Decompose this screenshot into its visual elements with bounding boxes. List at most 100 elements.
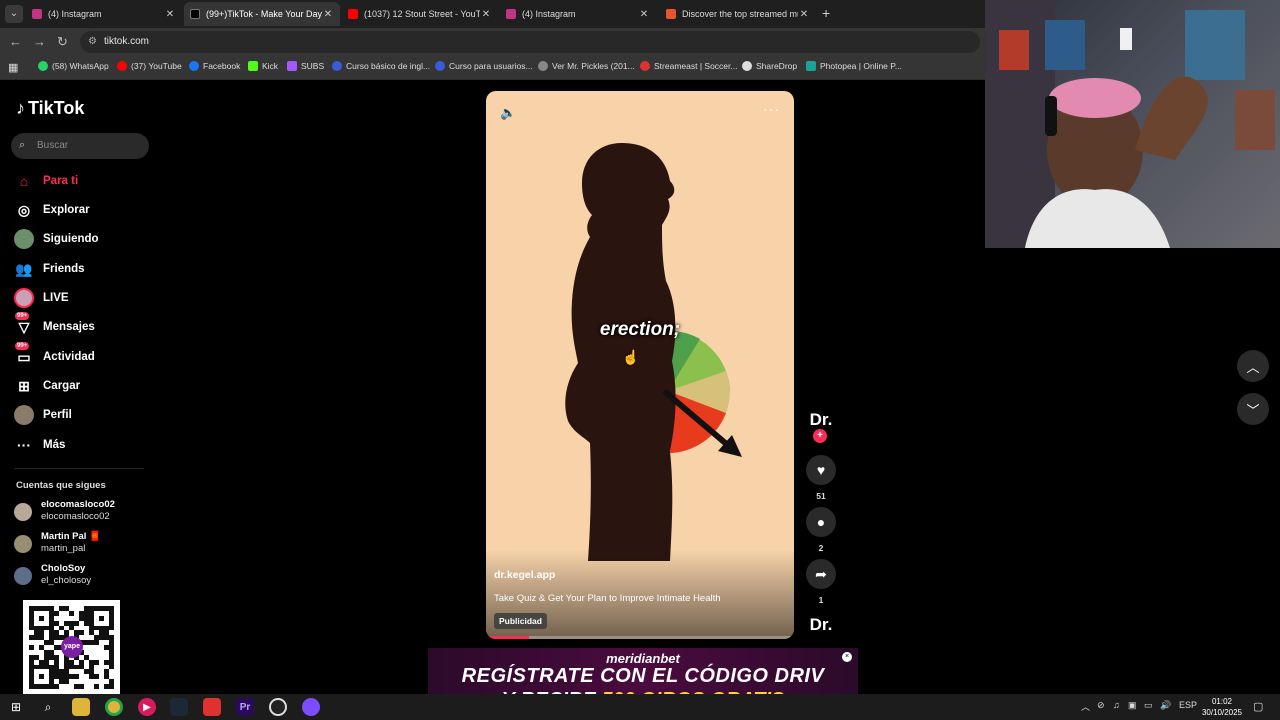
nav-item-cargar[interactable]: ⊞ Cargar (14, 375, 154, 397)
bookmark-mr-pickles[interactable]: Ver Mr. Pickles (201... (538, 61, 635, 71)
account-name: elocomasloco02 (41, 499, 115, 510)
nav-label: Para ti (43, 175, 79, 187)
chevron-down-icon: ﹀ (1246, 402, 1260, 418)
tab-title: (4) Instagram (48, 9, 102, 19)
previous-video-button[interactable]: ︿ (1237, 350, 1269, 382)
close-ad-icon[interactable]: × (842, 652, 852, 662)
close-tab-icon[interactable]: ✕ (480, 9, 492, 20)
nav-item-mensajes[interactable]: ▽ 99+ Mensajes (14, 312, 154, 338)
bookmark-sharedrop[interactable]: ShareDrop (742, 61, 797, 71)
kick-icon (248, 61, 258, 71)
nav-label: Mensajes (43, 321, 95, 333)
network-icon[interactable]: ▭ (1144, 700, 1153, 711)
comment-button[interactable]: ● (806, 507, 836, 537)
taskbar-search-icon[interactable]: ⌕ (39, 698, 57, 716)
search-placeholder: Buscar (37, 140, 69, 151)
tab-search-menu[interactable]: ⌄ (5, 5, 23, 23)
avatar (14, 503, 32, 521)
nav-label: Friends (43, 263, 85, 275)
nav-label: Explorar (43, 204, 90, 216)
following-account[interactable]: elocomasloco02 elocomasloco02 (14, 499, 154, 525)
speaker-icon[interactable]: 🔊 (1160, 700, 1171, 711)
share-button[interactable]: ➦ (806, 559, 836, 589)
bookmark-youtube[interactable]: (37) YouTube (117, 61, 182, 71)
tab-tiktok[interactable]: (99+)TikTok - Make Your Day ✕ (184, 2, 340, 26)
bookmark-curso-usuarios[interactable]: Curso para usuarios... (435, 61, 533, 71)
nav-item-explorar[interactable]: ◎ Explorar (14, 199, 154, 221)
nav-item-mas[interactable]: ··· Más (14, 434, 154, 456)
discord-icon[interactable] (302, 698, 320, 716)
volume-icon[interactable]: 🔈 (500, 105, 516, 121)
sound-disc[interactable]: Dr. (808, 615, 834, 635)
yape-logo: yape (61, 636, 83, 658)
tab-discover[interactable]: Discover the top streamed mu ✕ (660, 2, 816, 26)
bookmark-streameast[interactable]: Streameast | Soccer... (640, 61, 737, 71)
forward-icon[interactable]: → (33, 34, 46, 49)
nav-item-para-ti[interactable]: ⌂ Para ti (14, 170, 154, 192)
clock-date: 30/10/2025 (1201, 708, 1243, 717)
search-input[interactable]: ⌕ Buscar (11, 133, 149, 159)
following-account[interactable]: CholoSoy el_cholosoy (14, 563, 154, 589)
close-tab-icon[interactable]: ✕ (164, 9, 176, 20)
nav-item-siguiendo[interactable]: Siguiendo (14, 228, 154, 250)
tray-chevron-icon[interactable]: ︿ (1081, 700, 1090, 713)
bookmark-label: (58) WhatsApp (52, 61, 109, 71)
nav-item-actividad[interactable]: ▭ 99+ Actividad (14, 342, 154, 368)
steam-icon[interactable] (170, 698, 188, 716)
video-player[interactable]: 🔈 ··· erection; ☝ dr.kegel.app Take Quiz… (486, 91, 794, 639)
reload-icon[interactable]: ↻ (57, 34, 68, 50)
bookmark-subs[interactable]: SUBS (287, 61, 324, 71)
file-explorer-icon[interactable] (72, 698, 90, 716)
comment-icon: ● (816, 514, 826, 530)
new-tab-button[interactable]: + (822, 5, 830, 21)
close-tab-icon[interactable]: ✕ (798, 9, 810, 20)
notifications-icon[interactable]: ▢ (1253, 700, 1263, 713)
bookmark-curso-ingles[interactable]: Curso básico de ingl... (332, 61, 430, 71)
video-author[interactable]: dr.kegel.app (494, 569, 555, 581)
url-field[interactable]: ⚙ tiktok.com (80, 31, 980, 53)
bookmark-kick[interactable]: Kick (248, 61, 278, 71)
app-red-icon[interactable] (203, 698, 221, 716)
back-icon[interactable]: ← (9, 34, 22, 49)
language-indicator[interactable]: ESP (1179, 700, 1197, 710)
tab-instagram-2[interactable]: (4) Instagram ✕ (500, 2, 656, 26)
tab-youtube[interactable]: (1037) 12 Stout Street - YouTub ✕ (342, 2, 498, 26)
messages-icon: ▽ 99+ (15, 312, 30, 335)
video-progress-fill (486, 636, 530, 639)
close-tab-icon[interactable]: ✕ (638, 9, 650, 20)
more-options-icon[interactable]: ··· (763, 101, 780, 117)
bookmark-whatsapp[interactable]: (58) WhatsApp (38, 61, 109, 71)
bookmark-photopea[interactable]: Photopea | Online P... (806, 61, 902, 71)
follow-plus-icon[interactable]: + (813, 429, 827, 443)
home-icon: ⌂ (19, 173, 29, 189)
microphone-icon[interactable]: ♫ (1113, 700, 1120, 710)
like-button[interactable]: ♥ (806, 455, 836, 485)
bookmark-facebook[interactable]: Facebook (189, 61, 240, 71)
tab-instagram-1[interactable]: (4) Instagram ✕ (26, 2, 182, 26)
tray-app-icon[interactable]: ⊘ (1097, 700, 1105, 711)
clock[interactable]: 01:02 30/10/2025 (1200, 696, 1244, 718)
creator-avatar[interactable]: Dr. (808, 410, 834, 430)
tab-title: Discover the top streamed mu (682, 9, 798, 19)
windows-start-icon[interactable]: ⊞ (7, 698, 25, 716)
tray-device-icon[interactable]: ▣ (1128, 700, 1137, 711)
instagram-icon (32, 9, 42, 19)
nav-item-friends[interactable]: 👥 Friends (14, 258, 154, 280)
media-player-icon[interactable]: ▶ (138, 698, 156, 716)
nav-item-perfil[interactable]: Perfil (14, 404, 154, 426)
close-tab-icon[interactable]: ✕ (322, 9, 334, 20)
clock-time: 01:02 (1211, 697, 1233, 706)
activity-badge: 99+ (15, 342, 30, 350)
following-account[interactable]: Martin Pal 🧧 martin_pal (14, 531, 154, 557)
bookmark-label: Kick (262, 61, 279, 71)
video-progress-bar[interactable] (486, 636, 794, 639)
site-info-icon[interactable]: ⚙ (88, 36, 97, 47)
tiktok-logo[interactable]: ♪ TikTok (16, 98, 84, 119)
chrome-icon[interactable] (105, 698, 123, 716)
obs-icon[interactable] (269, 698, 287, 716)
premiere-icon[interactable]: Pr (236, 698, 254, 716)
search-icon: ⌕ (19, 139, 26, 151)
nav-item-live[interactable]: LIVE (14, 287, 154, 309)
next-video-button[interactable]: ﹀ (1237, 393, 1269, 425)
apps-icon[interactable]: ▦ (8, 61, 18, 74)
